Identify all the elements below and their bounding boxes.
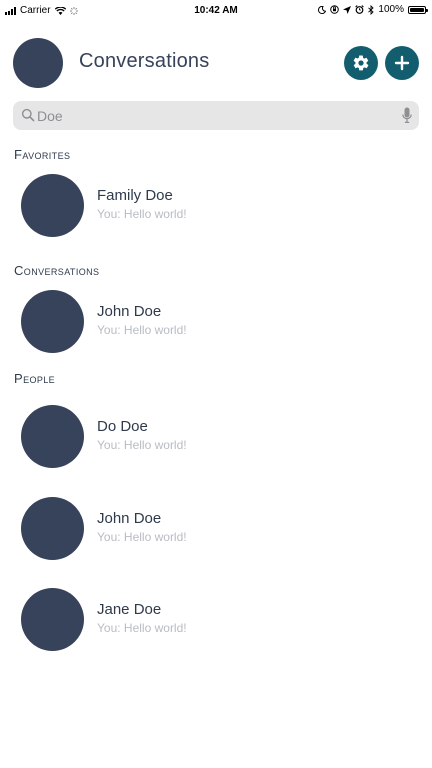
page-title: Conversations bbox=[79, 50, 210, 72]
avatar bbox=[21, 290, 84, 353]
plus-icon bbox=[394, 55, 410, 71]
list-item[interactable]: Family Doe You: Hello world! bbox=[0, 174, 432, 240]
microphone-icon[interactable] bbox=[402, 107, 412, 124]
search-input[interactable] bbox=[37, 101, 387, 130]
list-item[interactable]: John Doe You: Hello world! bbox=[0, 290, 432, 356]
contact-name: Do Doe bbox=[97, 418, 148, 435]
location-icon bbox=[343, 5, 352, 14]
avatar bbox=[21, 588, 84, 651]
status-bar: Carrier 10:42 AM 100% bbox=[0, 0, 432, 22]
moon-icon bbox=[318, 5, 327, 14]
message-preview: You: Hello world! bbox=[97, 323, 187, 337]
contact-name: John Doe bbox=[97, 510, 162, 527]
app-screen: Carrier 10:42 AM 100% Conversations Doe … bbox=[0, 0, 432, 768]
header: Conversations bbox=[0, 38, 432, 88]
contact-name: John Doe bbox=[97, 303, 162, 320]
battery-percent: 100% bbox=[378, 4, 404, 15]
avatar bbox=[21, 405, 84, 468]
bluetooth-icon bbox=[368, 4, 375, 15]
contact-name: Jane Doe bbox=[97, 601, 162, 618]
message-preview: You: Hello world! bbox=[97, 207, 187, 221]
search-bar[interactable] bbox=[13, 101, 419, 130]
message-preview: You: Hello world! bbox=[97, 530, 187, 544]
settings-button[interactable] bbox=[344, 46, 378, 80]
section-title-people: People bbox=[14, 371, 56, 386]
message-preview: You: Hello world! bbox=[97, 621, 187, 635]
search-icon bbox=[21, 108, 35, 122]
avatar bbox=[21, 174, 84, 237]
section-title-conversations: Conversations bbox=[14, 263, 100, 278]
section-title-favorites: Favorites bbox=[14, 147, 71, 162]
message-preview: You: Hello world! bbox=[97, 438, 187, 452]
battery-icon bbox=[408, 5, 428, 14]
gear-icon bbox=[353, 55, 369, 71]
profile-avatar[interactable] bbox=[13, 38, 63, 88]
avatar bbox=[21, 497, 84, 560]
alarm-icon bbox=[355, 5, 365, 14]
add-conversation-button[interactable] bbox=[385, 46, 419, 80]
contact-name: Family Doe bbox=[97, 187, 173, 204]
list-item[interactable]: Do Doe You: Hello world! bbox=[0, 405, 432, 471]
status-right: 100% bbox=[318, 4, 428, 15]
orientation-lock-icon bbox=[330, 5, 340, 14]
list-item[interactable]: Jane Doe You: Hello world! bbox=[0, 588, 432, 654]
list-item[interactable]: John Doe You: Hello world! bbox=[0, 497, 432, 563]
